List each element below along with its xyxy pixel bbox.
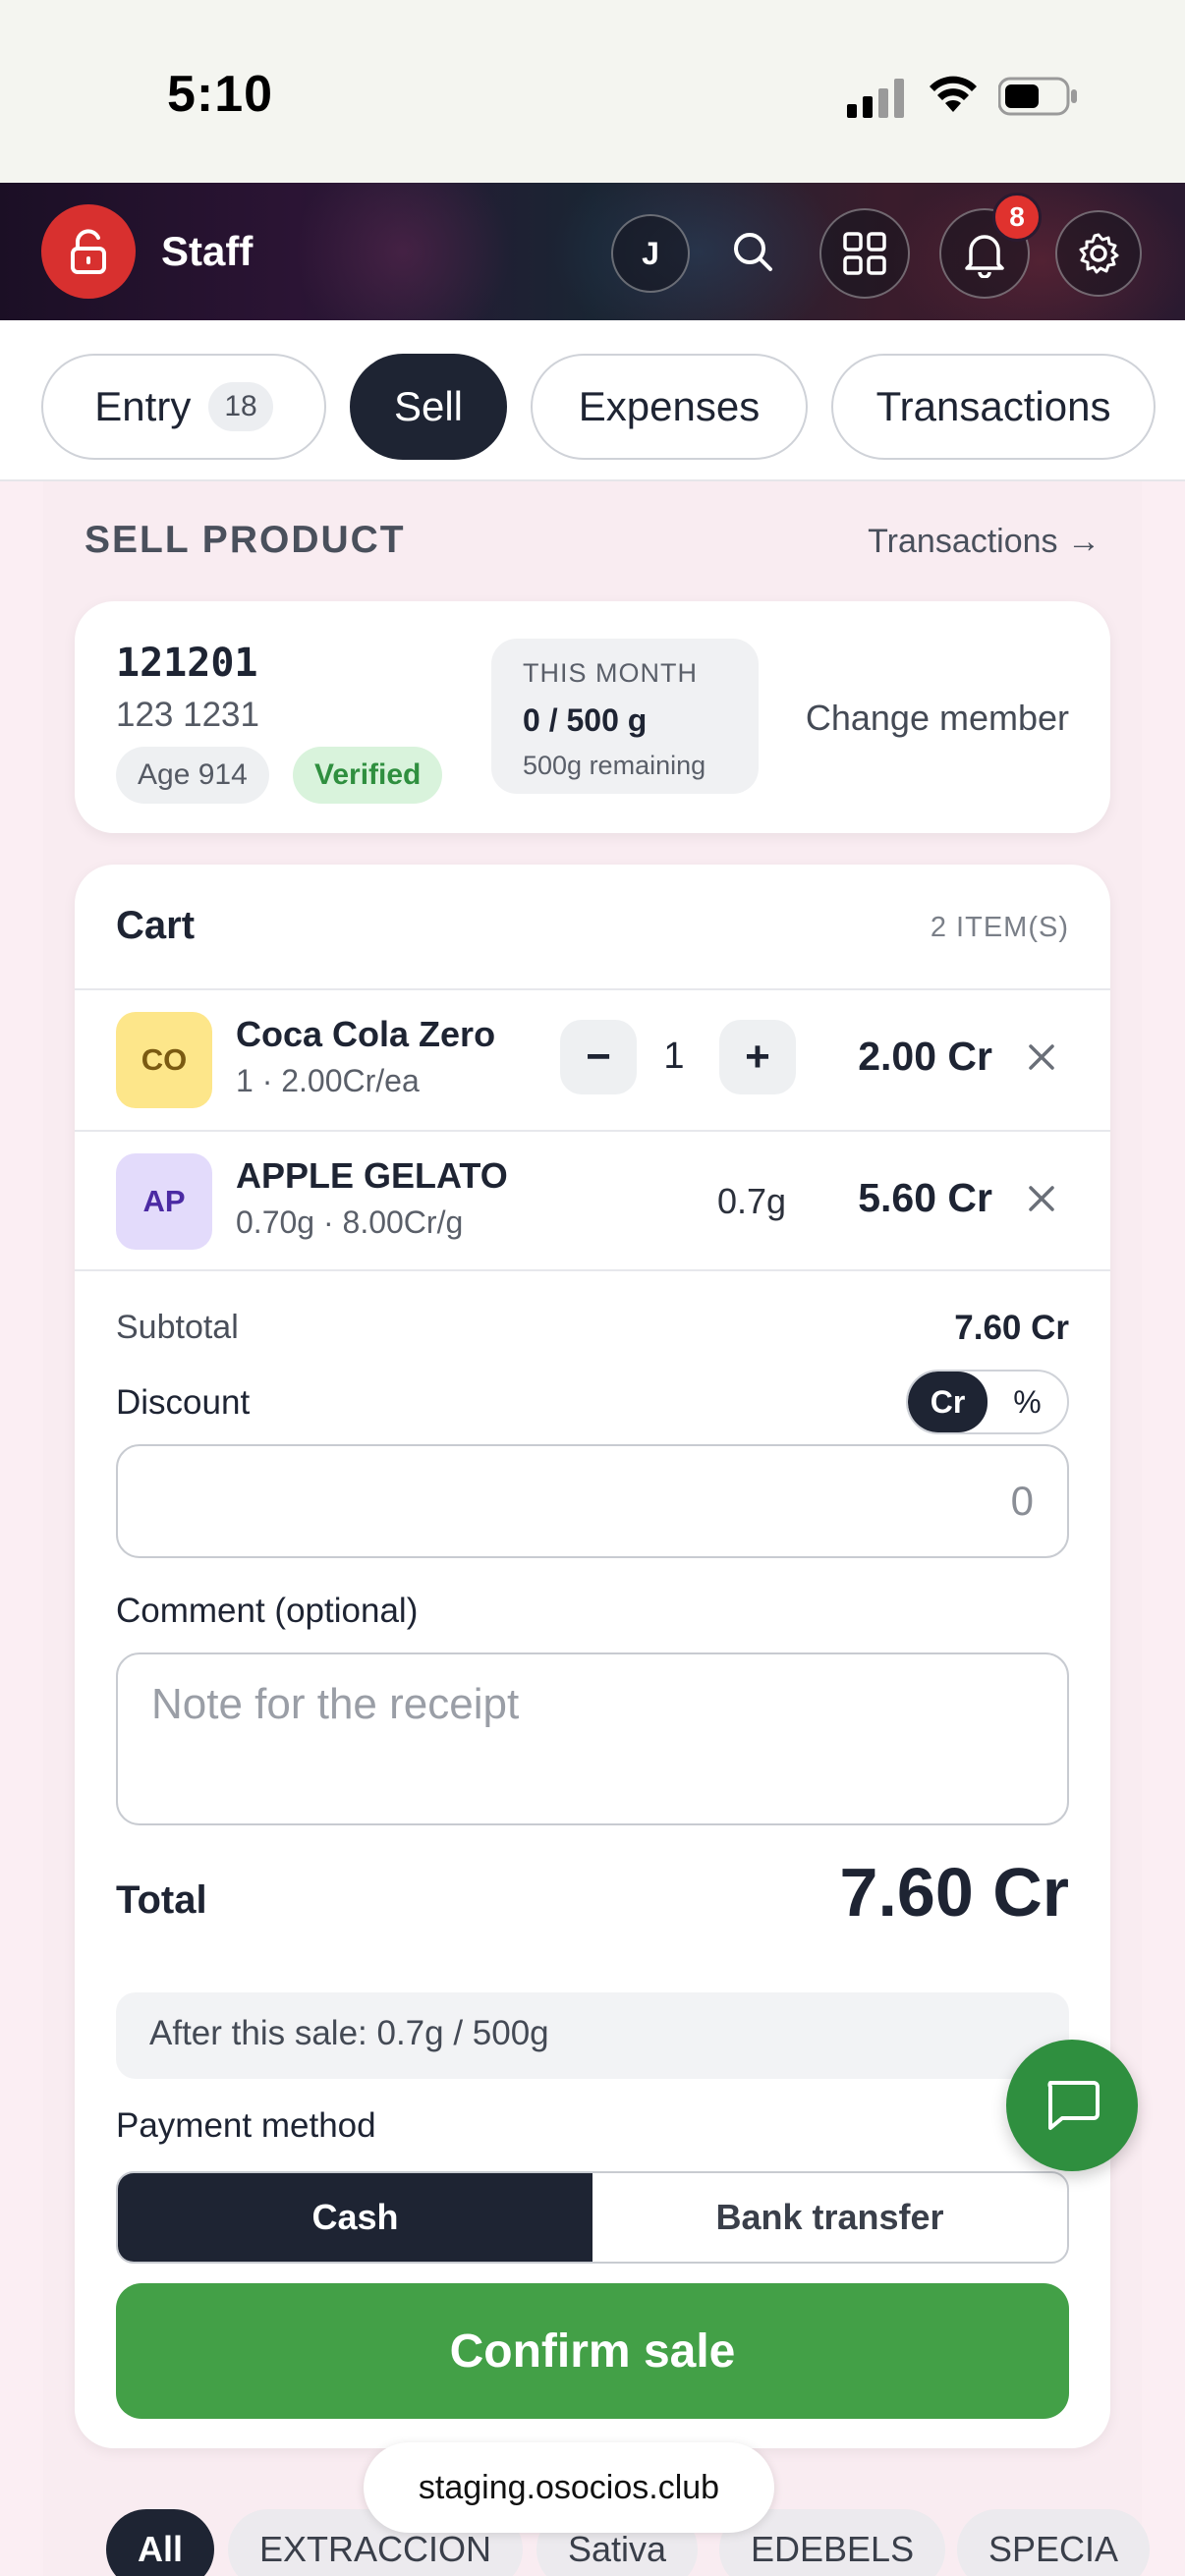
total-value: 7.60 Cr: [839, 1854, 1069, 1931]
payment-cash-option[interactable]: Cash: [118, 2173, 592, 2262]
member-id: 121201: [116, 641, 258, 686]
decrease-qty-button[interactable]: −: [560, 1020, 637, 1094]
tab-label: Sell: [393, 383, 464, 429]
monthly-limit-box: THIS MONTH 0 / 500 g 500g remaining: [491, 639, 759, 794]
comment-textarea[interactable]: Note for the receipt: [116, 1652, 1069, 1825]
header-title: Staff: [161, 228, 254, 274]
product-weight[interactable]: 0.7g: [717, 1181, 786, 1222]
line-price: 5.60 Cr: [858, 1175, 992, 1220]
user-avatar[interactable]: J: [611, 214, 690, 293]
cellular-signal-icon: [847, 79, 904, 118]
tab-label: Expenses: [578, 383, 761, 429]
discount-unit-percent[interactable]: %: [988, 1372, 1067, 1432]
cart-title: Cart: [116, 904, 196, 947]
month-remaining: 500g remaining: [523, 751, 706, 780]
after-sale-info: After this sale: 0.7g / 500g: [116, 1992, 1069, 2079]
status-time: 5:10: [167, 66, 274, 123]
cart-card: Cart 2 ITEM(S) CO Coca Cola Zero 1 · 2.0…: [75, 865, 1110, 2448]
month-usage: 0 / 500 g: [523, 702, 648, 738]
grid-icon: [843, 232, 886, 275]
increase-qty-button[interactable]: +: [719, 1020, 796, 1094]
subtotal-value: 7.60 Cr: [954, 1309, 1069, 1347]
product-detail: 0.70g · 8.00Cr/g: [236, 1204, 464, 1240]
battery-icon: [998, 77, 1077, 116]
section-title: SELL PRODUCT: [85, 519, 406, 561]
tab-sell[interactable]: Sell: [350, 354, 507, 460]
quantity-value: 1: [663, 1036, 685, 1077]
product-name: APPLE GELATO: [236, 1155, 508, 1196]
cart-row: AP APPLE GELATO 0.70g · 8.00Cr/g 0.7g 5.…: [75, 1130, 1110, 1271]
tab-count-badge: 18: [208, 382, 273, 431]
category-chip[interactable]: All: [106, 2509, 215, 2576]
verified-badge: Verified: [293, 747, 443, 804]
product-thumb: AP: [116, 1153, 212, 1250]
notification-badge: 8: [992, 193, 1042, 242]
discount-input[interactable]: 0: [116, 1444, 1069, 1558]
search-button[interactable]: [729, 228, 776, 275]
discount-label: Discount: [116, 1383, 251, 1422]
wifi-icon: [930, 76, 977, 112]
chat-button[interactable]: [1006, 2040, 1138, 2171]
tab-entry[interactable]: Entry 18: [41, 354, 326, 460]
product-thumb: CO: [116, 1012, 212, 1108]
tab-expenses[interactable]: Expenses: [531, 354, 808, 460]
tab-label: Entry: [94, 383, 192, 429]
confirm-sale-button[interactable]: Confirm sale: [116, 2283, 1069, 2419]
browser-url-bar[interactable]: staging.osocios.club: [364, 2442, 774, 2533]
search-icon: [734, 233, 772, 271]
comment-label: Comment (optional): [116, 1592, 419, 1630]
category-chip[interactable]: SPECIA: [957, 2509, 1151, 2576]
member-phone: 123 1231: [116, 696, 259, 734]
chat-bubble-icon: [1047, 2081, 1100, 2130]
close-icon: [1029, 1044, 1054, 1070]
remove-item-button[interactable]: [1022, 1037, 1061, 1077]
subtotal-label: Subtotal: [116, 1309, 239, 1346]
payment-bank-option[interactable]: Bank transfer: [592, 2173, 1067, 2262]
discount-unit-toggle: Cr %: [906, 1370, 1069, 1434]
cart-item-count: 2 ITEM(S): [930, 912, 1069, 943]
product-name: Coca Cola Zero: [236, 1014, 496, 1054]
line-price: 2.00 Cr: [858, 1034, 992, 1079]
settings-button[interactable]: [1055, 210, 1142, 297]
change-member-button[interactable]: Change member: [806, 698, 1069, 739]
remove-item-button[interactable]: [1022, 1179, 1061, 1218]
product-detail: 1 · 2.00Cr/ea: [236, 1063, 420, 1098]
apps-grid-button[interactable]: [819, 208, 910, 299]
lock-button[interactable]: [41, 204, 136, 299]
payment-method-label: Payment method: [116, 2106, 376, 2145]
tab-transactions[interactable]: Transactions: [831, 354, 1156, 460]
gear-icon: [1079, 233, 1119, 274]
discount-unit-cr[interactable]: Cr: [908, 1372, 988, 1432]
tab-label: Transactions: [875, 383, 1111, 429]
main-tabs: Entry 18 Sell Expenses Transactions: [0, 320, 1185, 481]
unlock-icon: [71, 229, 106, 274]
transactions-link[interactable]: Transactions →: [868, 523, 1100, 561]
status-bar: 5:10: [0, 0, 1185, 183]
close-icon: [1029, 1186, 1054, 1211]
payment-method-toggle: Cash Bank transfer: [116, 2171, 1069, 2264]
total-label: Total: [116, 1878, 207, 1922]
month-label: THIS MONTH: [523, 658, 698, 688]
cart-row: CO Coca Cola Zero 1 · 2.00Cr/ea − 1 + 2.…: [75, 988, 1110, 1130]
age-badge: Age 914: [116, 747, 269, 804]
member-card: 121201 123 1231 Age 914 Verified THIS MO…: [75, 601, 1110, 833]
